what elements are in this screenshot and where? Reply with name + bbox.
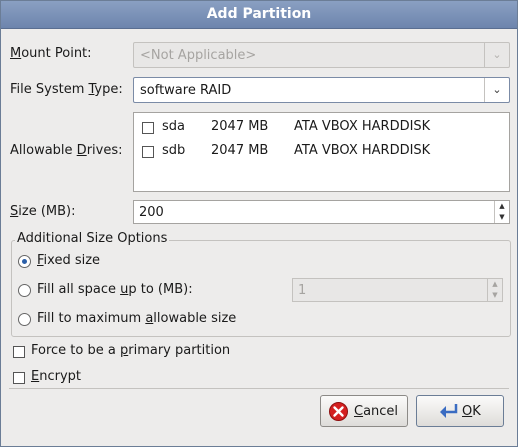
cancel-icon bbox=[329, 402, 348, 421]
size-value: 200 bbox=[139, 205, 164, 220]
spin-arrows-icon[interactable]: ▲ ▼ bbox=[487, 279, 502, 301]
drive-size: 2047 MB bbox=[211, 143, 269, 158]
fill-upto-spinbox[interactable]: 1 ▲ ▼ bbox=[292, 278, 503, 302]
drive-checkbox[interactable] bbox=[142, 122, 154, 134]
fill-max-label[interactable]: Fill to maximum allowable size bbox=[37, 311, 236, 326]
force-primary-label[interactable]: Force to be a primary partition bbox=[31, 343, 230, 358]
mount-point-combo[interactable]: <Not Applicable> ⌄ bbox=[133, 42, 510, 68]
cancel-button[interactable]: Cancel bbox=[320, 395, 408, 427]
fs-type-value: software RAID bbox=[140, 83, 232, 98]
fill-max-radio[interactable] bbox=[18, 313, 31, 326]
fixed-size-radio[interactable] bbox=[18, 255, 31, 268]
additional-size-options-title: Additional Size Options bbox=[15, 231, 170, 246]
ok-button[interactable]: OK bbox=[416, 395, 504, 427]
spin-arrows-icon[interactable]: ▲ ▼ bbox=[494, 201, 509, 223]
cancel-label: Cancel bbox=[354, 404, 399, 419]
allowable-drives-label: Allowable Drives: bbox=[10, 143, 123, 158]
encrypt-label[interactable]: Encrypt bbox=[31, 369, 81, 384]
ok-label: OK bbox=[462, 404, 481, 419]
fill-upto-radio[interactable] bbox=[18, 284, 31, 297]
encrypt-checkbox[interactable] bbox=[13, 372, 25, 384]
dialog-title: Add Partition bbox=[1, 1, 517, 29]
force-primary-checkbox[interactable] bbox=[13, 346, 25, 358]
drive-size: 2047 MB bbox=[211, 119, 269, 134]
drive-model: ATA VBOX HARDDISK bbox=[294, 143, 431, 158]
size-spinbox[interactable]: 200 ▲ ▼ bbox=[133, 200, 510, 224]
drive-name: sdb bbox=[162, 143, 186, 158]
drive-row-sdb[interactable]: sdb 2047 MB ATA VBOX HARDDISK bbox=[134, 141, 509, 161]
mount-point-label: Mount Point: bbox=[10, 46, 92, 61]
fs-type-label: File System Type: bbox=[10, 82, 123, 97]
enter-arrow-icon bbox=[440, 404, 458, 418]
separator bbox=[9, 388, 509, 389]
drive-checkbox[interactable] bbox=[142, 146, 154, 158]
size-label: Size (MB): bbox=[10, 204, 76, 219]
chevron-down-icon: ⌄ bbox=[484, 43, 509, 67]
fill-upto-label[interactable]: Fill all space up to (MB): bbox=[37, 282, 193, 297]
add-partition-dialog: Add Partition Mount Point: <Not Applicab… bbox=[0, 0, 518, 447]
fixed-size-label[interactable]: Fixed size bbox=[37, 253, 100, 268]
mount-point-value: <Not Applicable> bbox=[140, 48, 257, 63]
drive-row-sda[interactable]: sda 2047 MB ATA VBOX HARDDISK bbox=[134, 117, 509, 137]
drive-name: sda bbox=[162, 119, 185, 134]
drive-model: ATA VBOX HARDDISK bbox=[294, 119, 431, 134]
fill-upto-value: 1 bbox=[298, 283, 307, 298]
fs-type-combo[interactable]: software RAID ⌄ bbox=[133, 77, 510, 103]
drives-list[interactable]: sda 2047 MB ATA VBOX HARDDISK sdb 2047 M… bbox=[133, 112, 510, 192]
chevron-down-icon: ⌄ bbox=[484, 78, 509, 102]
